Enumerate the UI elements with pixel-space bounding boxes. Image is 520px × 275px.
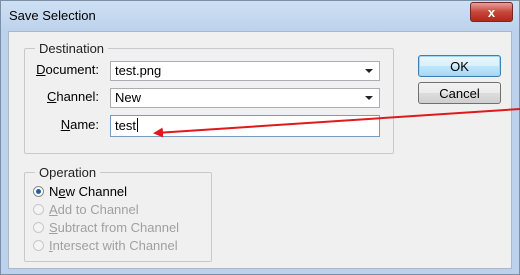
name-input[interactable]: test	[110, 115, 380, 137]
operation-group-label: Operation	[35, 165, 101, 180]
radio-label: Add to Channel	[49, 202, 139, 217]
radio-icon	[33, 240, 44, 251]
radio-intersect-with-channel[interactable]: Intersect with Channel	[33, 238, 178, 253]
radio-subtract-from-channel[interactable]: Subtract from Channel	[33, 220, 179, 235]
radio-icon	[33, 222, 44, 233]
close-button[interactable]: x	[470, 2, 513, 22]
cancel-button[interactable]: Cancel	[418, 82, 501, 104]
channel-value: New	[115, 90, 142, 105]
destination-group-label: Destination	[35, 41, 109, 56]
close-icon: x	[487, 4, 496, 20]
save-selection-dialog: Save Selection x Destination Document: t…	[0, 0, 520, 275]
document-select[interactable]: test.png	[110, 61, 380, 81]
channel-row: Channel:	[25, 89, 99, 104]
title-bar: Save Selection x	[1, 1, 519, 31]
radio-checked-icon	[33, 186, 44, 197]
radio-label: Intersect with Channel	[49, 238, 178, 253]
name-value: test	[115, 118, 136, 133]
destination-group: Destination Document: test.png Channel: …	[24, 41, 394, 154]
document-value: test.png	[115, 63, 162, 78]
name-row: Name:	[25, 117, 99, 132]
text-caret	[136, 118, 138, 132]
dialog-body: Destination Document: test.png Channel: …	[8, 31, 512, 269]
document-row: Document:	[25, 62, 99, 77]
radio-new-channel[interactable]: New Channel	[33, 184, 127, 199]
dialog-title: Save Selection	[9, 8, 96, 23]
channel-label: Channel:	[46, 89, 99, 104]
radio-add-to-channel[interactable]: Add to Channel	[33, 202, 139, 217]
name-label: Name:	[60, 117, 99, 132]
radio-label: New Channel	[49, 184, 128, 199]
chevron-down-icon	[365, 69, 373, 73]
document-label: Document:	[36, 62, 99, 77]
radio-icon	[33, 204, 44, 215]
ok-button[interactable]: OK	[418, 55, 501, 77]
chevron-down-icon	[365, 96, 373, 100]
radio-label: Subtract from Channel	[49, 220, 180, 235]
channel-select[interactable]: New	[110, 88, 380, 108]
operation-group: Operation New Channel Add to Channel Sub…	[24, 165, 212, 262]
